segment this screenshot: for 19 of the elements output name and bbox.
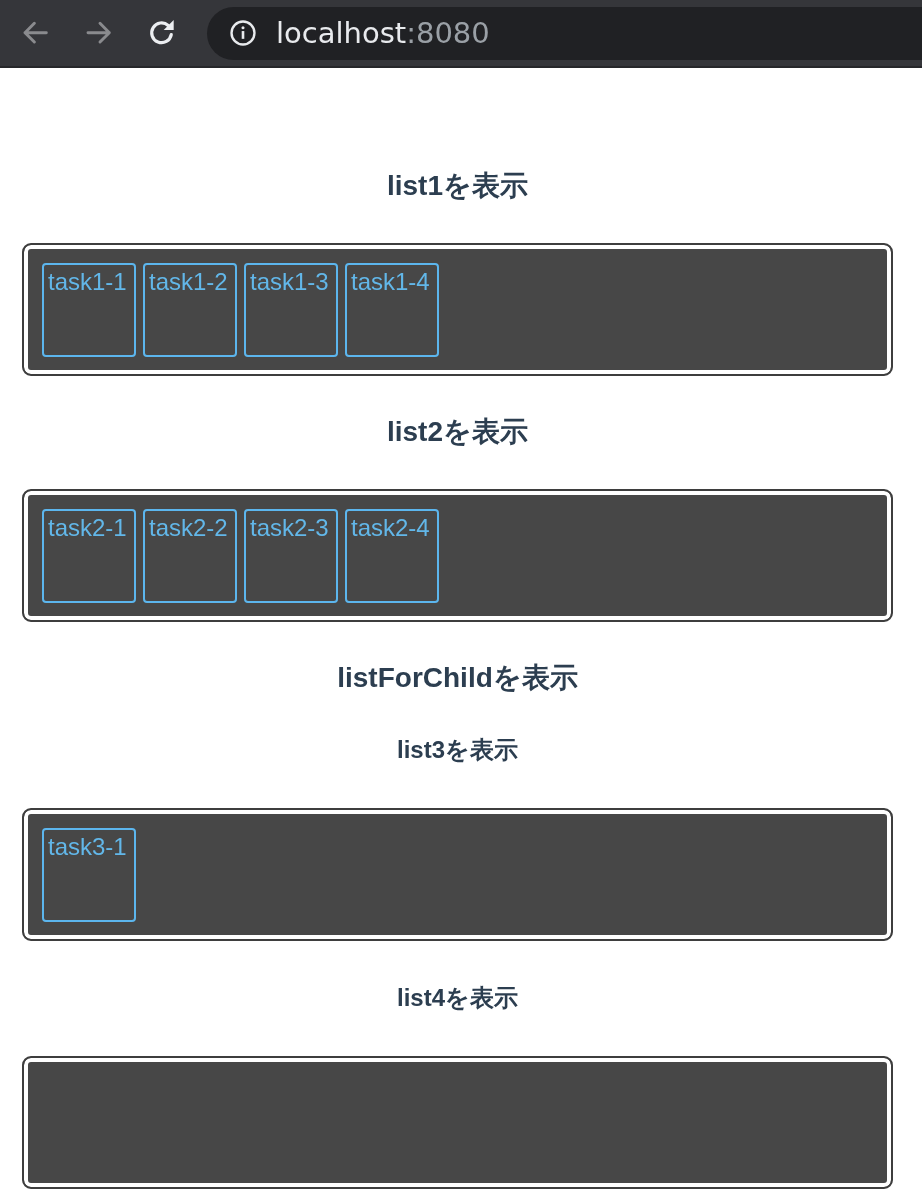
address-bar[interactable]: localhost:8080 — [207, 6, 922, 60]
info-icon — [230, 20, 256, 46]
section-heading: list4を表示 — [396, 985, 519, 1011]
task-card[interactable]: task1-2 — [143, 263, 237, 357]
task-card[interactable]: task2-2 — [143, 509, 237, 603]
task-card[interactable]: task1-4 — [345, 263, 439, 357]
section-heading: listForChildを表示 — [336, 663, 579, 693]
task-card[interactable]: task2-1 — [42, 509, 136, 603]
task-card[interactable]: task3-1 — [42, 828, 136, 922]
section-heading: list1を表示 — [386, 171, 529, 201]
reload-icon — [149, 20, 175, 46]
task-card[interactable]: task2-4 — [345, 509, 439, 603]
section-heading: list2を表示 — [386, 417, 529, 447]
section-heading: list3を表示 — [396, 737, 519, 763]
right-arrow-icon — [86, 20, 112, 46]
left-arrow-icon — [23, 20, 49, 46]
task-card[interactable]: task1-1 — [42, 263, 136, 357]
task-card[interactable]: task1-3 — [244, 263, 338, 357]
task-card[interactable]: task2-3 — [244, 509, 338, 603]
